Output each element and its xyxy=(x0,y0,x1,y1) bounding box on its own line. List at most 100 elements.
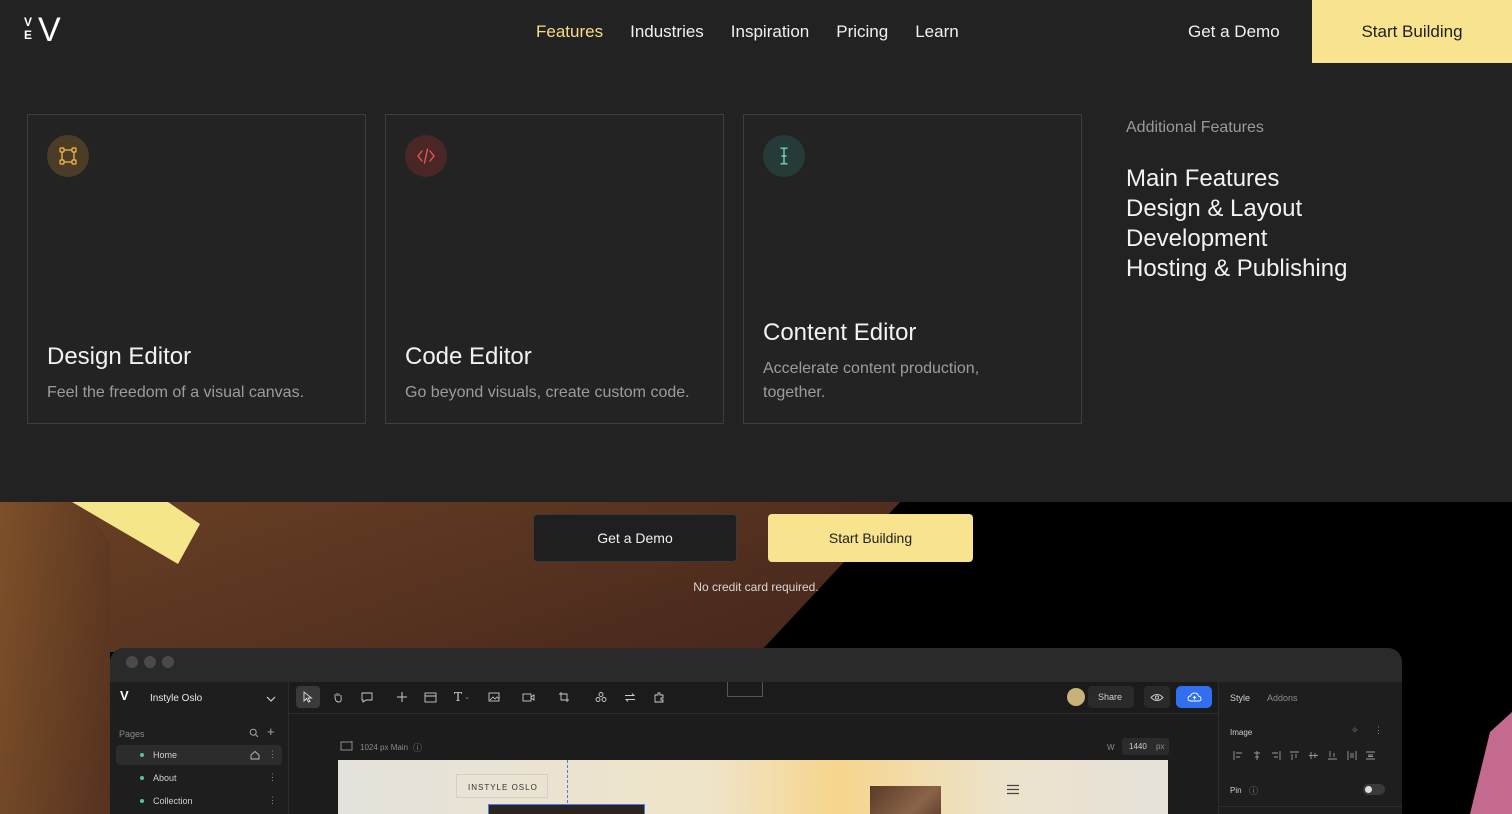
card-description: Go beyond visuals, create custom code. xyxy=(405,384,690,401)
comment-tool-icon[interactable] xyxy=(355,686,379,708)
align-center-v-icon[interactable] xyxy=(1309,751,1319,760)
search-icon[interactable] xyxy=(249,728,259,738)
editor-sidebar: V Instyle Oslo Pages + Home ⋮ About ⋮ Co… xyxy=(110,682,289,814)
tab-addons[interactable]: Addons xyxy=(1267,693,1298,703)
width-unit: px xyxy=(1156,742,1165,751)
align-bottom-icon[interactable] xyxy=(1328,751,1338,760)
distribute-v-icon[interactable] xyxy=(1366,751,1376,760)
chevron-down-icon[interactable] xyxy=(266,695,276,703)
page-item-label: Home xyxy=(153,750,178,760)
select-tool-icon[interactable] xyxy=(296,686,320,708)
nav-features[interactable]: Features xyxy=(536,22,603,42)
frame-tool-icon[interactable] xyxy=(418,686,442,708)
image-tool-icon[interactable] xyxy=(480,686,508,708)
alignment-toolbar xyxy=(1233,751,1376,760)
selected-image-element[interactable] xyxy=(488,804,645,814)
window-dot-maximize xyxy=(162,656,174,668)
site-title: INSTYLE OSLO xyxy=(468,783,538,792)
tab-style[interactable]: Style xyxy=(1230,693,1250,703)
info-icon[interactable]: ⓘ xyxy=(1249,784,1258,797)
share-button[interactable]: Share xyxy=(1088,686,1134,708)
card-design-editor[interactable]: Design Editor Feel the freedom of a visu… xyxy=(27,114,366,424)
window-dot-close xyxy=(126,656,138,668)
header-start-building-button[interactable]: Start Building xyxy=(1312,0,1512,63)
vev-logo[interactable]: VE V xyxy=(24,12,68,48)
link-main-features[interactable]: Main Features xyxy=(1126,164,1347,194)
features-mega-menu: Design Editor Feel the freedom of a visu… xyxy=(0,64,1512,502)
breakpoint-icon xyxy=(340,741,353,751)
canvas-photo xyxy=(870,786,941,814)
hamburger-menu-icon[interactable] xyxy=(1006,784,1020,795)
add-page-icon[interactable]: + xyxy=(267,724,275,739)
link-design-layout[interactable]: Design & Layout xyxy=(1126,194,1347,224)
hand-tool-icon[interactable] xyxy=(326,686,350,708)
code-brackets-icon xyxy=(405,135,447,177)
plugins-icon[interactable] xyxy=(647,686,671,708)
more-options-icon[interactable]: ⋮ xyxy=(1374,725,1383,736)
card-content-editor[interactable]: Content Editor Accelerate content produc… xyxy=(743,114,1082,424)
hero-get-demo-button[interactable]: Get a Demo xyxy=(533,514,737,562)
page-status-dot xyxy=(140,776,144,780)
width-input[interactable]: 1440 px xyxy=(1122,738,1169,755)
align-top-icon[interactable] xyxy=(1290,751,1300,760)
page-item-collection[interactable]: Collection ⋮ xyxy=(116,791,282,811)
video-tool-icon[interactable] xyxy=(514,686,542,708)
info-icon[interactable]: ⓘ xyxy=(413,741,422,754)
nav-learn[interactable]: Learn xyxy=(915,22,958,42)
additional-features-list: Main Features Design & Layout Developmen… xyxy=(1126,164,1347,284)
hero-section: Get a Demo Start Building No credit card… xyxy=(0,502,1512,814)
nav-industries[interactable]: Industries xyxy=(630,22,704,42)
project-name[interactable]: Instyle Oslo xyxy=(150,693,202,704)
editor-logo: V xyxy=(120,688,129,703)
more-options-icon[interactable]: ⋮ xyxy=(268,749,277,760)
window-dot-minimize xyxy=(144,656,156,668)
publish-cloud-icon[interactable] xyxy=(1176,686,1212,708)
align-center-h-icon[interactable] xyxy=(1252,751,1262,760)
image-section-label: Image xyxy=(1230,728,1253,737)
logo-v-mark: V xyxy=(38,11,61,49)
pages-label: Pages xyxy=(119,729,145,739)
swap-icon[interactable] xyxy=(618,686,642,708)
distribute-h-icon[interactable] xyxy=(1347,751,1357,760)
width-value: 1440 xyxy=(1129,742,1147,751)
align-left-icon[interactable] xyxy=(1233,751,1243,760)
crop-tool-icon[interactable] xyxy=(550,686,578,708)
header-get-demo-link[interactable]: Get a Demo xyxy=(1188,22,1280,42)
toggle-knob xyxy=(1365,786,1372,793)
width-label: W xyxy=(1107,743,1115,752)
card-title: Design Editor xyxy=(47,343,192,370)
window-titlebar xyxy=(110,648,1402,682)
card-description: Accelerate content production, together. xyxy=(763,360,980,401)
page-item-home[interactable]: Home ⋮ xyxy=(116,745,282,765)
page-status-dot xyxy=(140,753,144,757)
link-development[interactable]: Development xyxy=(1126,224,1347,254)
share-label: Share xyxy=(1098,692,1123,702)
no-credit-card-note: No credit card required. xyxy=(693,580,819,594)
user-avatar[interactable] xyxy=(1067,688,1085,706)
text-tool-icon[interactable]: T ⌄ xyxy=(448,686,476,708)
card-description: Feel the freedom of a visual canvas. xyxy=(47,384,305,401)
nav-inspiration[interactable]: Inspiration xyxy=(731,22,809,42)
more-options-icon[interactable]: ⋮ xyxy=(268,795,277,806)
add-element-icon[interactable] xyxy=(390,686,414,708)
more-options-icon[interactable]: ⋮ xyxy=(268,772,277,783)
canvas-frame-tab xyxy=(727,682,763,697)
preview-eye-icon[interactable] xyxy=(1144,686,1170,708)
pin-toggle[interactable] xyxy=(1363,784,1385,795)
page-item-about[interactable]: About ⋮ xyxy=(116,768,282,788)
page-item-label: Collection xyxy=(153,796,193,806)
hero-start-building-button[interactable]: Start Building xyxy=(768,514,973,562)
components-icon[interactable] xyxy=(589,686,613,708)
card-code-editor[interactable]: Code Editor Go beyond visuals, create cu… xyxy=(385,114,724,424)
logo-ve-mark: VE xyxy=(24,15,33,42)
card-title: Code Editor xyxy=(405,343,532,370)
breakpoint-label: 1024 px Main xyxy=(360,743,409,752)
align-right-icon[interactable] xyxy=(1271,751,1281,760)
style-panel: Style Addons Image ✧ ⋮ Pin ⓘ xyxy=(1218,682,1402,814)
site-title-box[interactable]: INSTYLE OSLO xyxy=(456,774,548,798)
design-canvas[interactable]: INSTYLE OSLO xyxy=(338,760,1168,814)
editor-app-preview: V Instyle Oslo Pages + Home ⋮ About ⋮ Co… xyxy=(110,648,1402,814)
magic-wand-icon[interactable]: ✧ xyxy=(1351,725,1359,736)
nav-pricing[interactable]: Pricing xyxy=(836,22,888,42)
link-hosting-publishing[interactable]: Hosting & Publishing xyxy=(1126,254,1347,284)
